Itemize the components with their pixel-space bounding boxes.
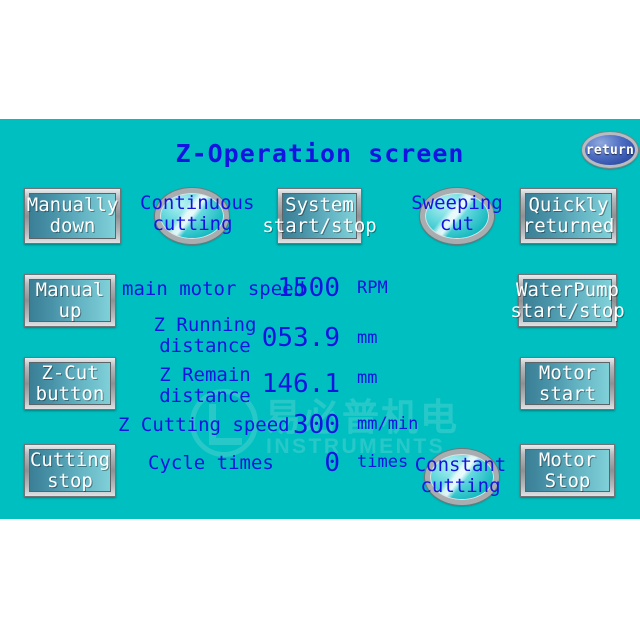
sweeping-cut-label-line1: Sweeping [411,192,503,214]
motor-stop-label-line1: Motor [538,448,597,471]
motor-start-label-line2: start [538,382,597,405]
z-cut-button-face: Z-Cut button [29,362,111,405]
hmi-screen: 易必普机电 INSTRUMENTS Z-Operation screen ret… [0,119,640,519]
motor-start-button[interactable]: Motor start [520,357,615,410]
system-start-stop-label-line1: System [285,194,354,216]
waterpump-start-stop-button[interactable]: WaterPump start/stop [510,274,625,327]
waterpump-start-stop-button-face: WaterPump start/stop [510,279,625,322]
z-remain-distance-value[interactable]: 146.1 [200,371,340,397]
manual-up-label-line1: Manual [35,278,105,301]
z-cutting-speed-value[interactable]: 300 [255,412,340,438]
constant-cutting-label-line1: Constant [414,454,507,476]
main-motor-speed-value[interactable]: 1500 [200,275,340,301]
continuous-cutting-label: Continuous cutting [140,192,255,235]
z-cut-button[interactable]: Z-Cut button [24,357,116,410]
system-start-stop-button[interactable]: System start/stop [262,188,377,244]
manual-up-label-line2: up [58,299,82,322]
page-title: Z-Operation screen [175,139,465,168]
manually-down-label-line1: Manually [26,194,119,216]
quickly-returned-button[interactable]: Quickly returned [520,188,617,244]
manual-up-button-face: Manual up [29,279,111,322]
motor-stop-button[interactable]: Motor Stop [520,444,615,497]
waterpump-label-line2: start/stop [510,299,625,322]
z-cut-label-line2: button [35,382,105,405]
sweeping-cut-label: Sweeping cut [406,193,508,235]
main-motor-speed-unit: RPM [357,278,388,298]
cutting-stop-button-face: Cutting stop [29,449,111,492]
continuous-cutting-label-line2: cutting [152,213,233,235]
motor-start-button-face: Motor start [525,362,610,405]
sweeping-cut-label-line2: cut [439,213,475,235]
cutting-stop-button[interactable]: Cutting stop [24,444,116,497]
system-start-stop-label-line2: start/stop [262,215,377,237]
continuous-cutting-label-line1: Continuous [140,192,255,214]
manually-down-label-line2: down [49,215,96,237]
cutting-stop-label-line1: Cutting [29,448,111,471]
z-remain-distance-unit: mm [357,368,378,388]
constant-cutting-label-line2: cutting [420,475,501,497]
waterpump-label-line1: WaterPump [516,278,619,301]
motor-stop-label-line2: Stop [544,469,591,492]
return-button-label: return [585,142,635,158]
quickly-returned-button-face: Quickly returned [522,193,615,239]
cycle-times-unit: times [357,452,409,472]
quickly-returned-label-line1: Quickly [528,194,609,216]
z-cutting-speed-unit: mm/min [357,414,419,434]
cutting-stop-label-line2: stop [47,469,93,492]
z-cut-label-line1: Z-Cut [41,361,99,384]
manually-down-button[interactable]: Manually down [24,188,121,244]
manually-down-button-face: Manually down [26,193,119,239]
system-start-stop-button-face: System start/stop [262,193,377,239]
z-running-distance-value[interactable]: 053.9 [200,325,340,351]
constant-cutting-label: Constant cutting [408,455,513,497]
cycle-times-value[interactable]: 0 [255,450,340,476]
motor-start-label-line1: Motor [538,361,597,384]
return-button[interactable]: return [582,132,638,168]
quickly-returned-label-line2: returned [522,215,615,237]
motor-stop-button-face: Motor Stop [525,449,610,492]
manual-up-button[interactable]: Manual up [24,274,116,327]
z-running-distance-unit: mm [357,328,378,348]
